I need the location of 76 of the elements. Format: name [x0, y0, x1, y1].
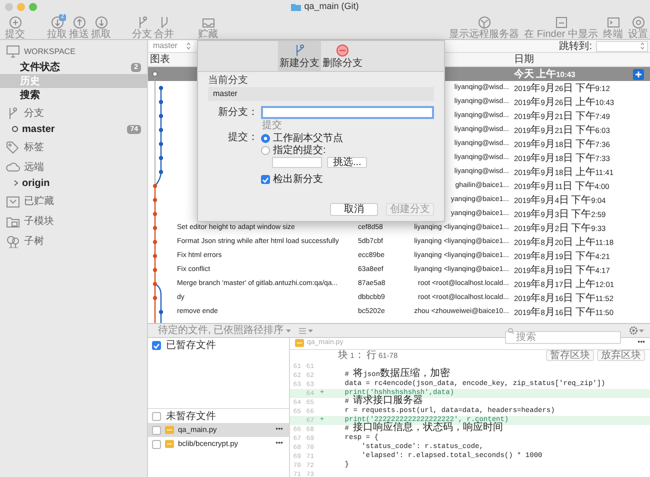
settings-icon [629, 326, 638, 335]
folder-icon [291, 3, 302, 11]
field-hint: 提交 [262, 120, 283, 131]
caret-icon [308, 328, 313, 332]
checkbox[interactable] [261, 175, 270, 184]
checkbox[interactable] [152, 440, 161, 448]
section-title: 子树 [24, 234, 44, 249]
view-dropdown[interactable] [298, 328, 313, 334]
minus-circle-icon [336, 44, 349, 56]
search-field[interactable]: 搜索 [505, 331, 621, 344]
section-title: 未暂存文件 [166, 410, 216, 424]
add-button[interactable] [633, 68, 644, 80]
radio-option[interactable]: 指定的提交: [261, 144, 368, 156]
current-branch-value: master [208, 87, 434, 101]
pick-button[interactable]: 挑选... [327, 157, 368, 168]
folder-icon [6, 215, 20, 228]
jump-dropdown[interactable] [596, 40, 648, 52]
column-header[interactable]: 日期 [514, 54, 534, 65]
archive-icon [6, 195, 20, 208]
checkbox[interactable] [152, 412, 161, 420]
cloud-icon [6, 161, 20, 174]
circle-icon [11, 125, 19, 133]
check-icon [262, 176, 269, 182]
checkbox[interactable] [152, 426, 161, 434]
section-title: 分支 [24, 106, 44, 121]
hunk-button[interactable]: 暂存区块 [546, 350, 594, 361]
list-icon [298, 328, 306, 334]
tree-icon [6, 235, 20, 248]
settings-icon [632, 16, 644, 29]
section-title: 已暂存文件 [166, 338, 216, 353]
file-icon [165, 426, 174, 434]
updown-icon [640, 42, 645, 50]
arrow-up-circle-icon [72, 16, 86, 29]
arrow-down-circle-icon [94, 16, 108, 29]
minimize-button[interactable] [17, 3, 25, 11]
caret-icon [639, 328, 644, 332]
updown-icon [186, 42, 191, 50]
plus-icon [635, 70, 642, 78]
section-title: 标签 [24, 140, 44, 155]
check-icon [153, 342, 160, 348]
dialog-button[interactable]: 取消 [330, 203, 378, 216]
field-label: 提交： [227, 132, 258, 144]
arrow-down-circle-icon [50, 16, 64, 29]
chevron-icon [12, 179, 19, 187]
plus-circle-icon [8, 16, 22, 29]
monitor-icon [6, 45, 20, 58]
field-label: 新分支： [217, 106, 258, 120]
sidebar-item[interactable]: origin [0, 176, 147, 190]
section-title: 远端 [24, 160, 44, 175]
dialog-tab[interactable]: 删除分支 [321, 41, 364, 71]
section-title: 已贮藏 [24, 194, 54, 209]
radio-option[interactable]: 工作副本父节点 [261, 132, 368, 144]
zoom-button[interactable] [29, 3, 37, 11]
field-label: 当前分支 [208, 75, 249, 86]
checkout-checkbox[interactable]: 检出新分支 [261, 172, 434, 187]
tag-icon [6, 141, 20, 154]
file-icon [165, 440, 174, 448]
hunk-button[interactable]: 放弃区块 [597, 350, 645, 361]
commit-field[interactable] [272, 157, 322, 168]
caret-icon [286, 328, 291, 332]
terminal-icon [606, 16, 620, 29]
working-copy-dot [152, 71, 158, 77]
section-title: 子模块 [24, 214, 54, 229]
settings-dropdown[interactable] [629, 326, 644, 335]
jump-label: 跳转到: [559, 40, 592, 54]
section-title: WORKSPACE [24, 46, 76, 58]
close-button[interactable] [5, 3, 13, 11]
sidebar-item[interactable]: 搜索 [0, 88, 147, 102]
new-branch-field[interactable] [261, 106, 434, 119]
tray-icon [202, 16, 214, 29]
window-title: qa_main (Git) [304, 0, 359, 14]
search-icon [508, 328, 514, 334]
dialog-tab[interactable]: 新建分支 [278, 41, 321, 71]
checkbox[interactable] [152, 341, 161, 350]
branch-dropdown[interactable]: master [150, 40, 194, 52]
column-header[interactable]: 图表 [150, 54, 170, 65]
